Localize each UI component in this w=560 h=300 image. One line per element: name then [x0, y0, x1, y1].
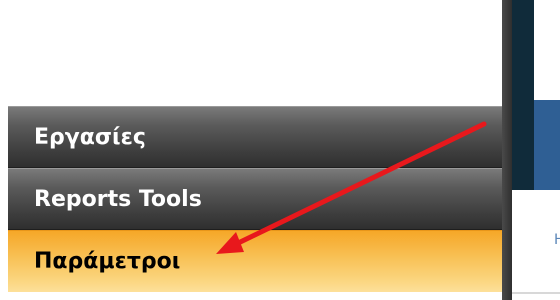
menu-item-label: Παράμετροι — [34, 249, 181, 274]
content-header-blue — [534, 100, 560, 190]
menu-item-tasks[interactable]: Εργασίες — [8, 106, 502, 168]
side-menu: Εργασίες Reports Tools Παράμετροι — [8, 106, 502, 292]
partial-link[interactable]: H — [554, 232, 560, 248]
panel-separator — [502, 0, 512, 300]
content-divider — [512, 292, 560, 294]
menu-item-reports-tools[interactable]: Reports Tools — [8, 168, 502, 230]
content-area — [512, 190, 560, 204]
content-header-dark — [512, 0, 534, 190]
menu-item-label: Reports Tools — [34, 186, 202, 212]
menu-item-label: Εργασίες — [34, 124, 146, 150]
menu-item-parameters[interactable]: Παράμετροι — [8, 230, 502, 292]
